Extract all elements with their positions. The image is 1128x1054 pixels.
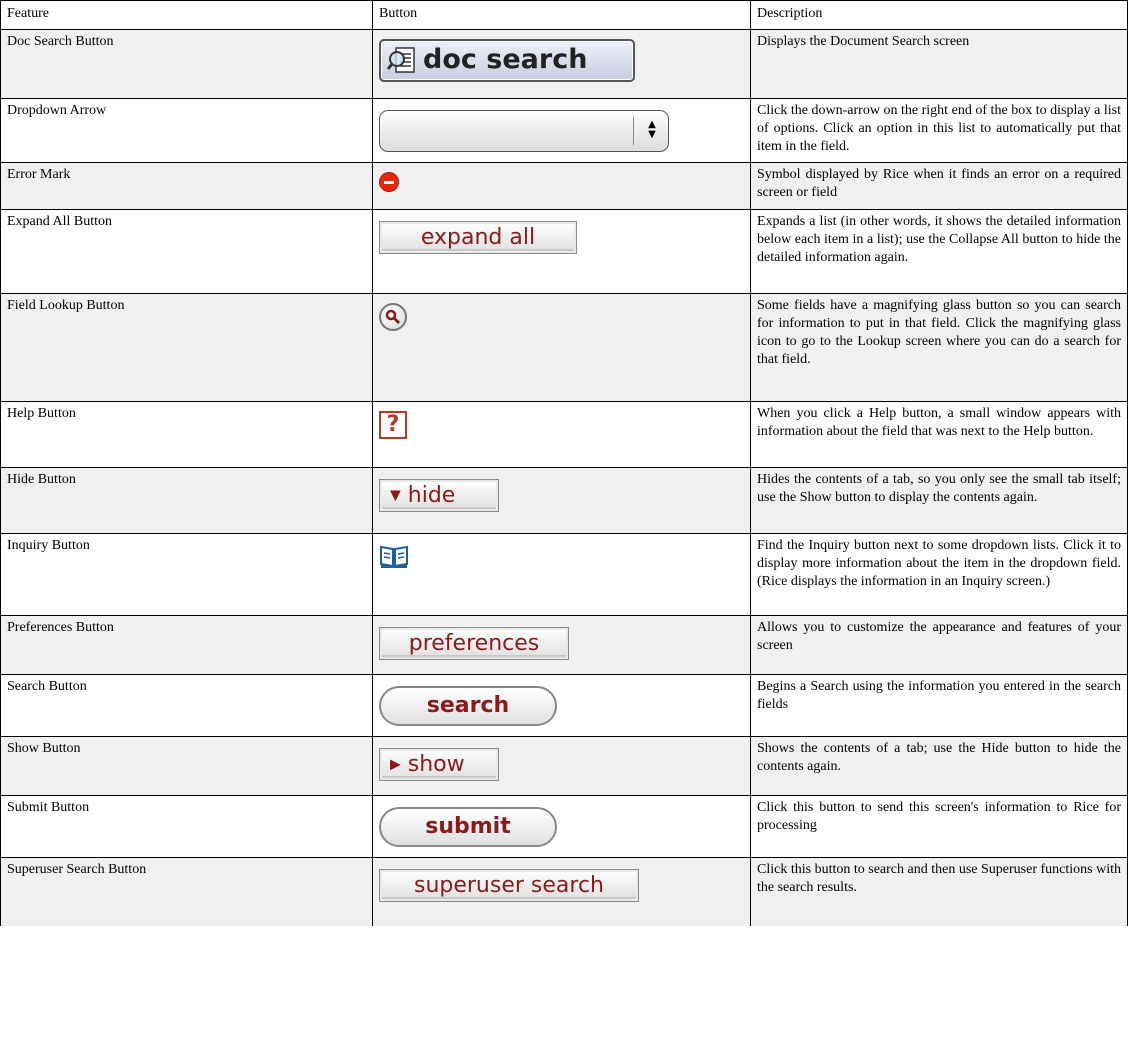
triangle-right-icon: ▶ — [390, 756, 401, 773]
table-row: Hide Button ▼ hide Hides the contents of… — [0, 467, 1128, 534]
description-cell: Hides the contents of a tab, so you only… — [750, 467, 1128, 534]
feature-cell: Hide Button — [0, 467, 373, 534]
header-feature: Feature — [0, 0, 373, 30]
feature-cell: Superuser Search Button — [0, 857, 373, 926]
show-label: show — [407, 752, 465, 777]
magnifying-glass-icon — [385, 309, 401, 325]
submit-button[interactable]: submit — [379, 807, 557, 847]
button-cell: doc search — [372, 29, 751, 99]
button-cell — [372, 533, 751, 616]
expand-all-button[interactable]: expand all — [379, 221, 577, 254]
table-row: Submit Button submit Click this button t… — [0, 795, 1128, 858]
table-row: Superuser Search Button superuser search… — [0, 857, 1128, 926]
button-cell: ▼ hide — [372, 467, 751, 534]
table-row: Dropdown Arrow ▲ ▼ Click the down-arrow o… — [0, 98, 1128, 163]
description-cell: Click this button to send this screen's … — [750, 795, 1128, 858]
feature-cell: Expand All Button — [0, 209, 373, 294]
glossary-table: Feature Button Description Doc Search Bu… — [0, 0, 1128, 926]
error-icon — [379, 172, 399, 192]
feature-cell: Submit Button — [0, 795, 373, 858]
feature-cell: Show Button — [0, 736, 373, 796]
book-icon[interactable] — [379, 543, 409, 569]
show-button[interactable]: ▶ show — [379, 748, 499, 781]
field-lookup-button[interactable] — [379, 303, 407, 331]
button-cell: search — [372, 674, 751, 737]
button-cell: ▶ show — [372, 736, 751, 796]
table-row: Doc Search Button doc search Displays th… — [0, 29, 1128, 99]
dropdown-select[interactable]: ▲ ▼ — [379, 110, 669, 152]
doc-search-label: doc search — [423, 44, 588, 75]
button-cell: expand all — [372, 209, 751, 294]
table-row: Show Button ▶ show Shows the contents of… — [0, 736, 1128, 796]
description-cell: Click the down-arrow on the right end of… — [750, 98, 1128, 163]
hide-label: hide — [407, 483, 456, 508]
table-row: Field Lookup Button Some fields have a m… — [0, 293, 1128, 402]
header-button: Button — [372, 0, 751, 30]
button-cell: superuser search — [372, 857, 751, 926]
header-description: Description — [750, 0, 1128, 30]
button-cell — [372, 293, 751, 402]
help-icon: ? — [386, 412, 400, 437]
description-cell: Displays the Document Search screen — [750, 29, 1128, 99]
description-cell: Some fields have a magnifying glass butt… — [750, 293, 1128, 402]
description-cell: Expands a list (in other words, it shows… — [750, 209, 1128, 294]
feature-cell: Dropdown Arrow — [0, 98, 373, 163]
button-cell: submit — [372, 795, 751, 858]
table-row: Preferences Button preferences Allows yo… — [0, 615, 1128, 675]
dropdown-arrow-icon: ▲ ▼ — [648, 119, 656, 140]
dropdown-separator — [633, 117, 634, 145]
feature-cell: Inquiry Button — [0, 533, 373, 616]
description-cell: Find the Inquiry button next to some dro… — [750, 533, 1128, 616]
feature-cell: Search Button — [0, 674, 373, 737]
button-cell — [372, 162, 751, 210]
triangle-down-icon: ▼ — [390, 487, 401, 504]
superuser-search-button[interactable]: superuser search — [379, 869, 639, 902]
search-button[interactable]: search — [379, 686, 557, 726]
table-row: Help Button ? When you click a Help butt… — [0, 401, 1128, 468]
hide-button[interactable]: ▼ hide — [379, 479, 499, 512]
feature-cell: Field Lookup Button — [0, 293, 373, 402]
description-cell: Begins a Search using the information yo… — [750, 674, 1128, 737]
table-row: Inquiry Button Find the Inquiry button n… — [0, 533, 1128, 616]
description-cell: Click this button to search and then use… — [750, 857, 1128, 926]
button-cell: ? — [372, 401, 751, 468]
table-row: Expand All Button expand all Expands a l… — [0, 209, 1128, 294]
doc-search-icon — [387, 46, 415, 73]
feature-cell: Preferences Button — [0, 615, 373, 675]
help-button[interactable]: ? — [379, 411, 407, 439]
feature-cell: Help Button — [0, 401, 373, 468]
description-cell: When you click a Help button, a small wi… — [750, 401, 1128, 468]
description-cell: Shows the contents of a tab; use the Hid… — [750, 736, 1128, 796]
button-cell: preferences — [372, 615, 751, 675]
table-row: Error Mark Symbol displayed by Rice when… — [0, 162, 1128, 210]
feature-cell: Error Mark — [0, 162, 373, 210]
description-cell: Symbol displayed by Rice when it finds a… — [750, 162, 1128, 210]
preferences-button[interactable]: preferences — [379, 627, 569, 660]
table-row: Search Button search Begins a Search usi… — [0, 674, 1128, 737]
button-cell: ▲ ▼ — [372, 98, 751, 163]
doc-search-button[interactable]: doc search — [379, 39, 635, 82]
feature-cell: Doc Search Button — [0, 29, 373, 99]
header-row: Feature Button Description — [0, 0, 1128, 30]
description-cell: Allows you to customize the appearance a… — [750, 615, 1128, 675]
